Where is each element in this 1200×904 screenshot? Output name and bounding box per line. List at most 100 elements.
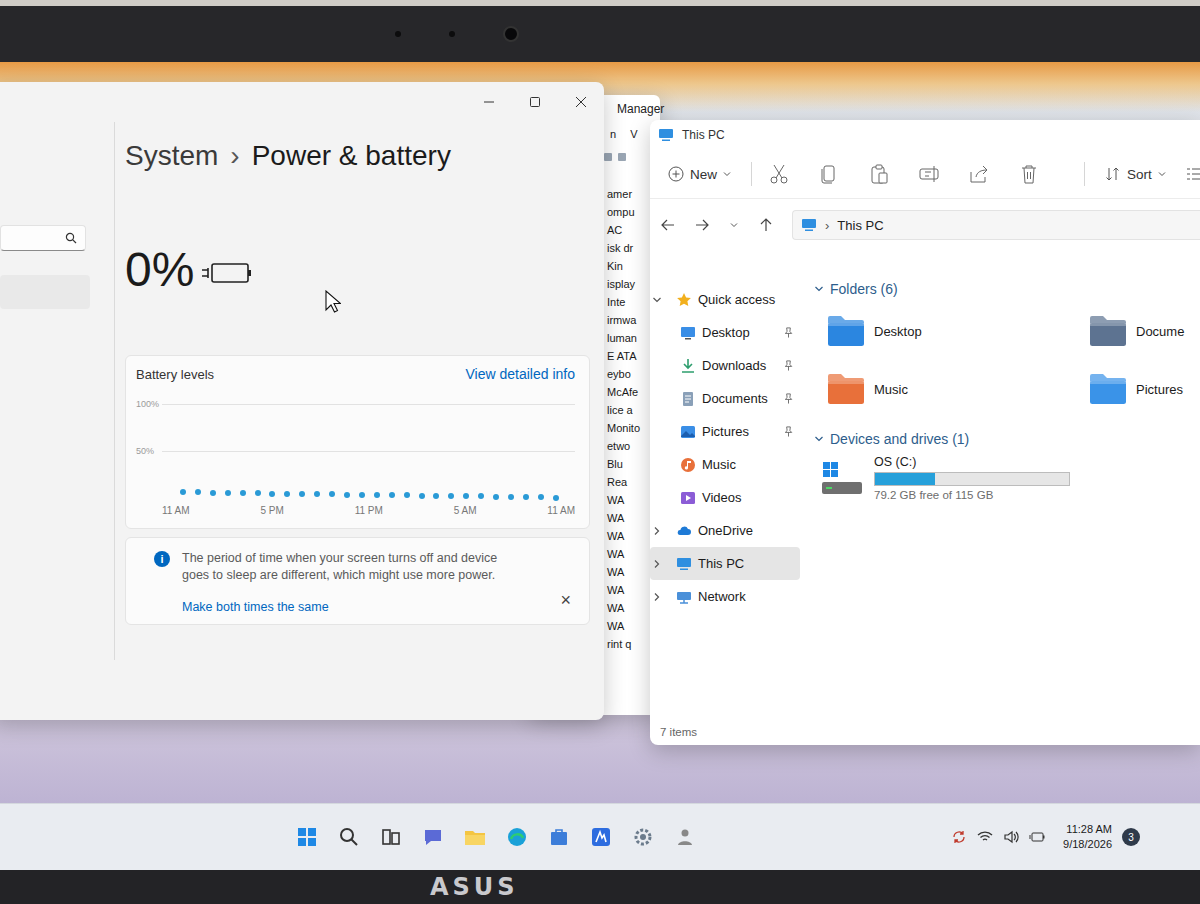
clock[interactable]: 11:28 AM9/18/2026 [1063,822,1112,852]
folder-tile[interactable]: Docume [1088,305,1200,357]
chat-icon[interactable] [421,825,445,849]
rename-icon[interactable] [918,163,940,185]
taskview-icon[interactable] [379,825,403,849]
app-icon[interactable] [589,825,613,849]
edge-icon[interactable] [505,825,529,849]
data-point[interactable] [508,494,514,500]
pin-icon[interactable] [783,426,794,437]
forward-arrow-icon[interactable] [694,217,710,233]
search-icon[interactable] [337,825,361,849]
path-segment[interactable]: This PC [837,218,883,233]
expand-chevron-icon[interactable] [652,592,662,602]
data-point[interactable] [389,492,395,498]
share-icon[interactable] [968,163,990,185]
data-point[interactable] [329,491,335,497]
nav-item[interactable]: Videos [650,481,800,514]
nav-item[interactable]: Music [650,448,800,481]
expand-chevron-icon[interactable] [652,295,662,305]
search-field[interactable] [0,225,86,251]
nav-item[interactable]: Pictures [650,415,800,448]
nav-item[interactable]: Quick access [650,283,800,316]
section-header[interactable]: Devices and drives (1) [814,431,1200,447]
data-point[interactable] [433,493,439,499]
nav-item[interactable]: Desktop [650,316,800,349]
recent-locations-icon[interactable] [728,219,740,231]
nav-item[interactable]: Network [650,580,800,613]
data-point[interactable] [553,495,559,501]
settings-window[interactable]: System›Power & battery0%Battery levelsVi… [0,82,604,720]
other-icon[interactable] [673,825,697,849]
start-icon[interactable] [295,825,319,849]
pin-icon[interactable] [783,360,794,371]
paste-icon[interactable] [868,163,890,185]
data-point[interactable] [419,493,425,499]
data-point[interactable] [240,490,246,496]
data-point[interactable] [359,492,365,498]
folder-icon [1088,314,1128,348]
battery-icon[interactable] [1029,829,1045,845]
data-point[interactable] [493,494,499,500]
menu-item[interactable]: V [630,128,637,140]
data-point[interactable] [195,489,201,495]
data-point[interactable] [284,491,290,497]
notification-badge[interactable]: 3 [1122,828,1140,846]
collapse-chevron-icon[interactable] [814,434,824,444]
expand-chevron-icon[interactable] [652,526,662,536]
address-bar[interactable]: ›This PC [792,210,1200,240]
data-point[interactable] [225,490,231,496]
copy-icon[interactable] [818,163,840,185]
new-button[interactable]: New [664,162,735,186]
nav-item[interactable]: Downloads [650,349,800,382]
data-point[interactable] [255,490,261,496]
collapse-chevron-icon[interactable] [814,284,824,294]
file-explorer-window[interactable]: This PCNewSort›This PCQuick accessDeskto… [650,120,1200,745]
speaker-icon[interactable] [1003,829,1019,845]
nav-item[interactable]: OneDrive [650,514,800,547]
data-point[interactable] [448,493,454,499]
view-detailed-info-link[interactable]: View detailed info [466,366,575,382]
close-button[interactable] [558,86,604,118]
nav-item[interactable]: This PC [650,547,800,580]
settings-icon[interactable] [631,825,655,849]
data-point[interactable] [523,494,529,500]
store-icon[interactable] [547,825,571,849]
data-point[interactable] [210,490,216,496]
data-point[interactable] [299,491,305,497]
data-point[interactable] [374,492,380,498]
breadcrumb-link[interactable]: System [125,140,218,172]
data-point[interactable] [314,491,320,497]
nav-item[interactable]: Documents [650,382,800,415]
data-point[interactable] [538,494,544,500]
maximize-button[interactable] [512,86,558,118]
sort-button[interactable]: Sort [1101,162,1170,186]
expand-chevron-icon[interactable] [652,559,662,569]
drive-tile[interactable]: OS (C:)79.2 GB free of 115 GB [814,455,1200,501]
files-icon[interactable] [463,825,487,849]
tool-icon[interactable] [604,153,612,161]
make-times-same-link[interactable]: Make both times the same [182,600,502,614]
folder-tile[interactable]: Music [826,363,1088,415]
pin-icon[interactable] [783,327,794,338]
sidebar-item[interactable] [0,275,90,309]
dismiss-button[interactable]: × [556,590,575,611]
tool-icon[interactable] [618,153,626,161]
data-point[interactable] [180,489,186,495]
pin-icon[interactable] [783,393,794,404]
data-point[interactable] [478,493,484,499]
folder-tile[interactable]: Pictures [1088,363,1200,415]
wifi-icon[interactable] [977,829,993,845]
back-arrow-icon[interactable] [660,217,676,233]
cut-icon[interactable] [768,163,790,185]
section-header[interactable]: Folders (6) [814,281,1200,297]
sync-icon[interactable] [951,829,967,845]
view-options-icon[interactable] [1186,166,1200,182]
data-point[interactable] [463,493,469,499]
up-arrow-icon[interactable] [758,217,774,233]
data-point[interactable] [269,491,275,497]
minimize-button[interactable] [466,86,512,118]
folder-tile[interactable]: Desktop [826,305,1088,357]
data-point[interactable] [404,492,410,498]
delete-icon[interactable] [1018,163,1040,185]
menu-item[interactable]: n [610,128,616,140]
data-point[interactable] [344,492,350,498]
